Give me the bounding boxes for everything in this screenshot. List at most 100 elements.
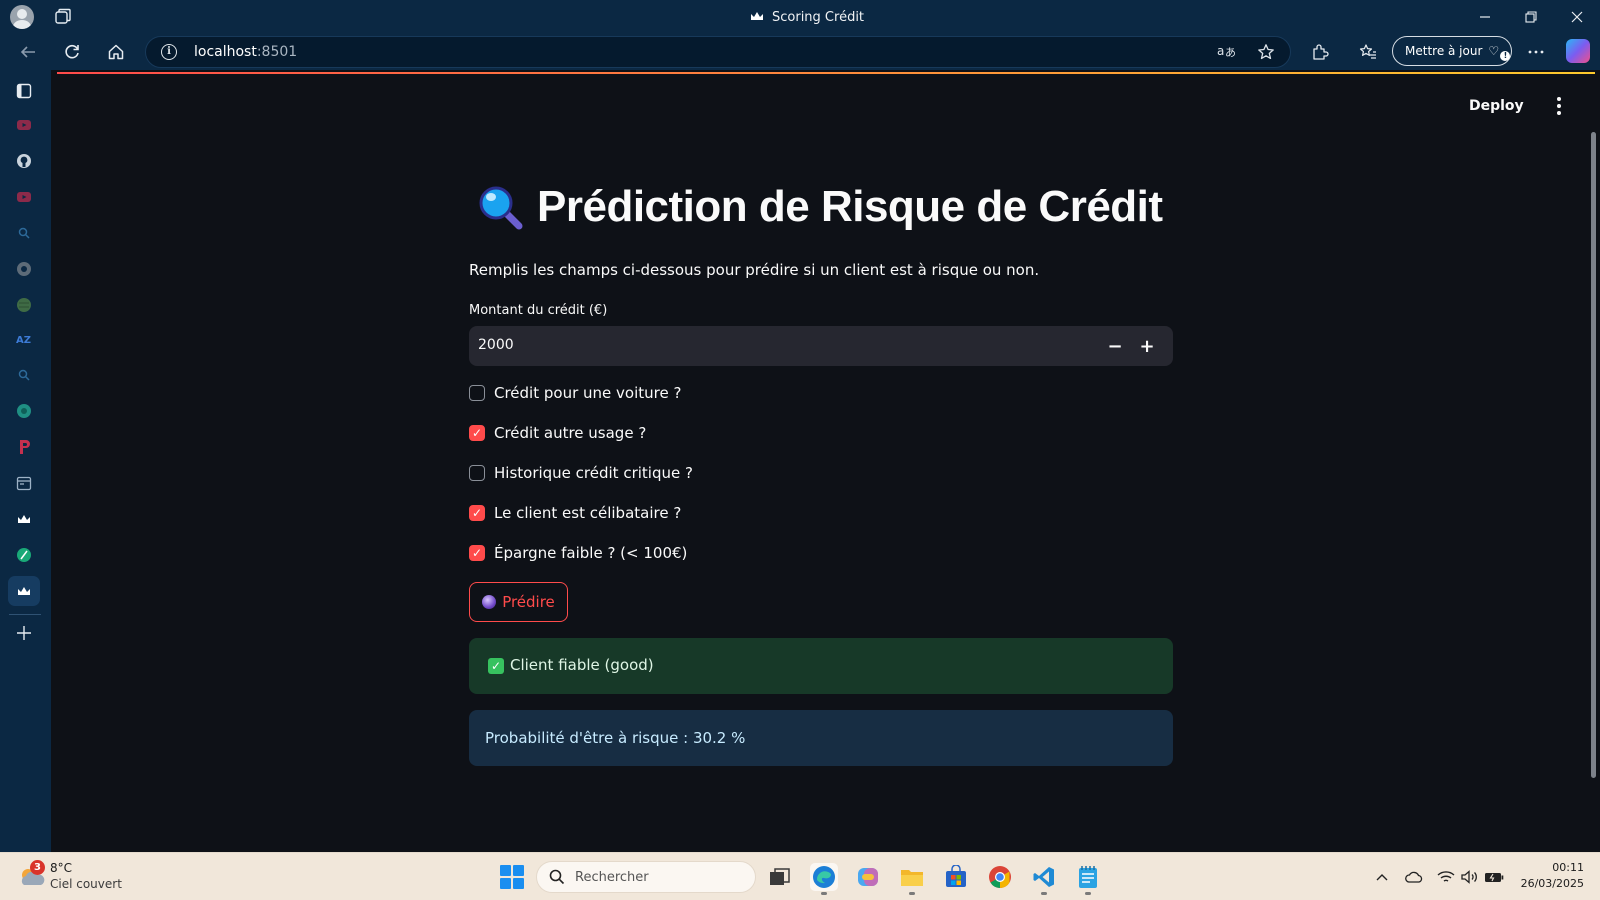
checkbox-label: Crédit autre usage ? — [494, 424, 647, 442]
restore-icon[interactable] — [1520, 6, 1542, 28]
info-alert: Probabilité d'être à risque : 30.2 % — [469, 710, 1173, 766]
address-bar[interactable]: i localhost:8501 aあ — [145, 36, 1291, 68]
volume-icon[interactable] — [1460, 867, 1480, 887]
amount-number-input[interactable]: 2000 − + — [469, 326, 1173, 366]
amount-field-label: Montant du crédit (€) — [469, 303, 608, 318]
checkbox-checked-icon[interactable]: ✓ — [469, 505, 485, 521]
onedrive-cloud-icon[interactable] — [1404, 867, 1424, 887]
checkbox-checked-icon[interactable]: ✓ — [469, 545, 485, 561]
main-menu-icon[interactable] — [1555, 97, 1563, 115]
tab-actions-icon[interactable] — [54, 8, 72, 26]
checkbox-critical-history[interactable]: Historique crédit critique ? — [469, 464, 693, 482]
amount-decrement-button[interactable]: − — [1099, 330, 1131, 362]
system-clock[interactable]: 00:11 26/03/2025 — [1500, 860, 1584, 892]
checkbox-single[interactable]: ✓ Le client est célibataire ? — [469, 504, 681, 522]
extensions-icon[interactable] — [1308, 40, 1332, 64]
clock-time: 00:11 — [1552, 861, 1584, 874]
youtube-tab-icon[interactable] — [13, 114, 35, 136]
checkbox-label: Crédit pour une voiture ? — [494, 384, 682, 402]
success-alert-text: Client fiable (good) — [510, 656, 654, 674]
page-title: Prédiction de Risque de Crédit — [477, 182, 1163, 232]
globe-tab-icon[interactable] — [13, 294, 35, 316]
edge-taskbar-icon[interactable] — [810, 863, 838, 895]
browser-sidebar: AZ — [0, 70, 51, 852]
close-icon[interactable] — [1566, 6, 1588, 28]
magnifying-glass-icon — [477, 184, 523, 230]
window-title-text: Scoring Crédit — [772, 9, 865, 25]
checkbox-checked-icon[interactable]: ✓ — [469, 425, 485, 441]
sidebar-separator — [9, 614, 41, 615]
weather-desc: Ciel couvert — [50, 877, 122, 891]
svg-text:AZ: AZ — [16, 335, 31, 346]
copilot-taskbar-icon[interactable] — [854, 863, 882, 891]
wifi-icon[interactable] — [1436, 867, 1456, 887]
translate-icon[interactable]: aあ — [1216, 43, 1236, 63]
file-explorer-icon[interactable] — [898, 863, 926, 895]
weather-temp: 8°C — [50, 861, 73, 875]
checkbox-label: Historique crédit critique ? — [494, 464, 693, 482]
amount-value[interactable]: 2000 — [478, 337, 514, 353]
refresh-icon[interactable] — [60, 40, 84, 64]
deploy-button[interactable]: Deploy — [1469, 98, 1524, 114]
checkbox-low-savings[interactable]: ✓ Épargne faible ? (< 100€) — [469, 544, 687, 562]
github-tab-icon[interactable] — [13, 150, 35, 172]
screen: Scoring Crédit i localhost:8501 aあ Mettr… — [0, 0, 1600, 900]
checkbox-unchecked-icon[interactable] — [469, 465, 485, 481]
add-tab-icon[interactable] — [13, 622, 35, 644]
weather-badge: 3 — [30, 860, 45, 875]
profile-avatar-icon[interactable] — [10, 5, 34, 29]
check-mark-icon: ✓ — [488, 658, 504, 674]
search-icon — [549, 869, 565, 889]
microsoft-store-icon[interactable] — [942, 863, 970, 891]
feather-tab-icon[interactable] — [13, 544, 35, 566]
weather-widget[interactable]: 3 8°C Ciel couvert — [16, 859, 126, 895]
youtube-tab-icon-2[interactable] — [13, 186, 35, 208]
windows-start-icon[interactable] — [500, 865, 524, 889]
predict-button[interactable]: Prédire — [469, 582, 568, 622]
app-tab-icon[interactable]: AZ — [13, 328, 35, 350]
info-alert-text: Probabilité d'être à risque : 30.2 % — [485, 729, 746, 747]
favorite-star-icon[interactable] — [1256, 43, 1276, 63]
more-options-icon[interactable] — [1524, 40, 1548, 64]
running-indicator — [909, 892, 915, 895]
running-indicator — [1041, 892, 1047, 895]
amount-increment-button[interactable]: + — [1131, 330, 1163, 362]
back-arrow-icon[interactable] — [16, 40, 40, 64]
edge-tab-icon[interactable] — [13, 400, 35, 422]
taskbar-search[interactable]: Rechercher — [536, 861, 756, 893]
home-icon[interactable] — [104, 40, 128, 64]
search-tab-icon[interactable] — [13, 222, 35, 244]
show-hidden-icons-chevron-icon[interactable] — [1372, 867, 1392, 887]
vscode-taskbar-icon[interactable] — [1030, 863, 1058, 895]
predict-button-label: Prédire — [502, 593, 555, 611]
p-app-tab-icon[interactable] — [13, 436, 35, 458]
page-scrollbar[interactable] — [1591, 132, 1596, 778]
chrome-taskbar-icon[interactable] — [986, 863, 1014, 891]
copilot-icon[interactable] — [1566, 39, 1590, 63]
streamlit-active-tab-icon[interactable] — [8, 576, 40, 606]
running-indicator — [821, 892, 827, 895]
url-host: localhost — [194, 44, 257, 60]
search-tab-icon-2[interactable] — [13, 364, 35, 386]
minimize-icon[interactable] — [1474, 6, 1496, 28]
tab-list-icon[interactable] — [13, 80, 35, 102]
streamlit-crown-icon — [750, 11, 764, 24]
notepad-taskbar-icon[interactable] — [1074, 863, 1102, 895]
calendar-tab-icon[interactable] — [13, 472, 35, 494]
chrome-tab-icon[interactable] — [13, 258, 35, 280]
checkbox-car-credit[interactable]: Crédit pour une voiture ? — [469, 384, 681, 402]
crystal-ball-icon — [482, 595, 497, 609]
url-text[interactable]: localhost:8501 — [194, 44, 297, 60]
checkbox-other-usage[interactable]: ✓ Crédit autre usage ? — [469, 424, 646, 442]
favorites-list-icon[interactable] — [1356, 40, 1380, 64]
task-view-icon[interactable] — [766, 863, 794, 891]
update-heart-icon: ♡ — [1488, 43, 1511, 61]
site-info-icon[interactable]: i — [161, 44, 177, 60]
update-browser-button[interactable]: Mettre à jour ♡ — [1392, 36, 1512, 66]
search-placeholder: Rechercher — [575, 870, 649, 885]
windows-taskbar: 3 8°C Ciel couvert Rechercher 00:11 26/0… — [0, 852, 1600, 900]
running-indicator — [1085, 892, 1091, 895]
window-title-bar: Scoring Crédit — [0, 0, 1600, 34]
streamlit-tab-icon[interactable] — [13, 508, 35, 530]
checkbox-unchecked-icon[interactable] — [469, 385, 485, 401]
